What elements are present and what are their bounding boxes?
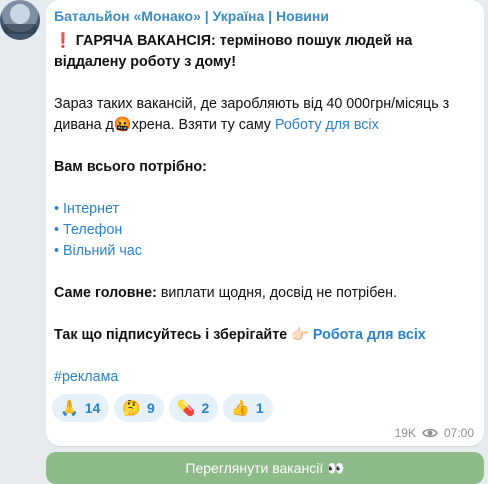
reaction-thumbs-up[interactable]: 👍 1 xyxy=(223,394,273,422)
message-bubble: Батальйон «Монако» | Україна | Новини ❗ … xyxy=(46,0,484,446)
needs-item-internet[interactable]: • Інтернет xyxy=(54,199,474,220)
channel-avatar[interactable] xyxy=(0,0,40,40)
main-label: Саме головне: xyxy=(54,285,157,301)
pill-icon: 💊 xyxy=(176,400,196,417)
needs-item-free-time[interactable]: • Вільний час xyxy=(54,241,474,262)
exclamation-icon: ❗ xyxy=(54,33,72,49)
reaction-pill[interactable]: 💊 2 xyxy=(168,394,219,422)
job-link-2[interactable]: Робота для всіх xyxy=(313,327,426,343)
needs-title: Вам всього потрібно: xyxy=(54,159,207,175)
thumbs-up-icon: 👍 xyxy=(231,400,250,417)
eye-icon xyxy=(422,427,438,439)
reaction-count: 2 xyxy=(201,400,210,416)
view-vacancies-button[interactable]: Переглянути вакансії 👀 xyxy=(46,452,484,484)
reaction-count: 1 xyxy=(255,400,264,416)
reaction-count: 14 xyxy=(84,400,101,416)
subscribe-text: Так що підписуйтесь і зберігайте xyxy=(54,327,292,343)
reaction-count: 9 xyxy=(146,400,155,416)
reaction-pray[interactable]: 🙏 14 xyxy=(52,394,110,422)
message-meta: 19K 07:00 xyxy=(395,426,474,440)
headline-text: ГАРЯЧА ВАКАНСІЯ: терміново пошук людей н… xyxy=(54,33,413,70)
pointing-hand-icon: 👉🏻 xyxy=(291,327,309,343)
message-time: 07:00 xyxy=(443,426,474,440)
reaction-thinking[interactable]: 🤔 9 xyxy=(114,394,164,422)
paragraph-text-2: хрена. Взяти ту саму xyxy=(131,117,275,133)
reactions-bar: 🙏 14 🤔 9 💊 2 👍 1 xyxy=(52,394,273,422)
view-count: 19K xyxy=(394,426,416,440)
angry-face-icon: 🤬 xyxy=(113,117,132,133)
hashtag-ad[interactable]: #реклама xyxy=(54,367,474,388)
main-point: Саме головне: виплати щодня, досвід не п… xyxy=(54,283,474,304)
needs-item-phone[interactable]: • Телефон xyxy=(54,220,474,241)
subscribe-line: Так що підписуйтесь і зберігайте 👉🏻 Робо… xyxy=(54,325,474,346)
headline: ❗ ГАРЯЧА ВАКАНСІЯ: терміново пошук людей… xyxy=(54,31,474,73)
thinking-face-icon: 🤔 xyxy=(122,400,141,417)
job-link-1[interactable]: Роботу для всіх xyxy=(275,117,379,133)
main-text: виплати щодня, досвід не потрібен. xyxy=(156,285,398,301)
channel-name[interactable]: Батальйон «Монако» | Україна | Новини xyxy=(54,8,329,24)
pray-icon: 🙏 xyxy=(60,400,79,417)
paragraph-earnings: Зараз таких вакансій, де заробляють від … xyxy=(54,94,474,136)
